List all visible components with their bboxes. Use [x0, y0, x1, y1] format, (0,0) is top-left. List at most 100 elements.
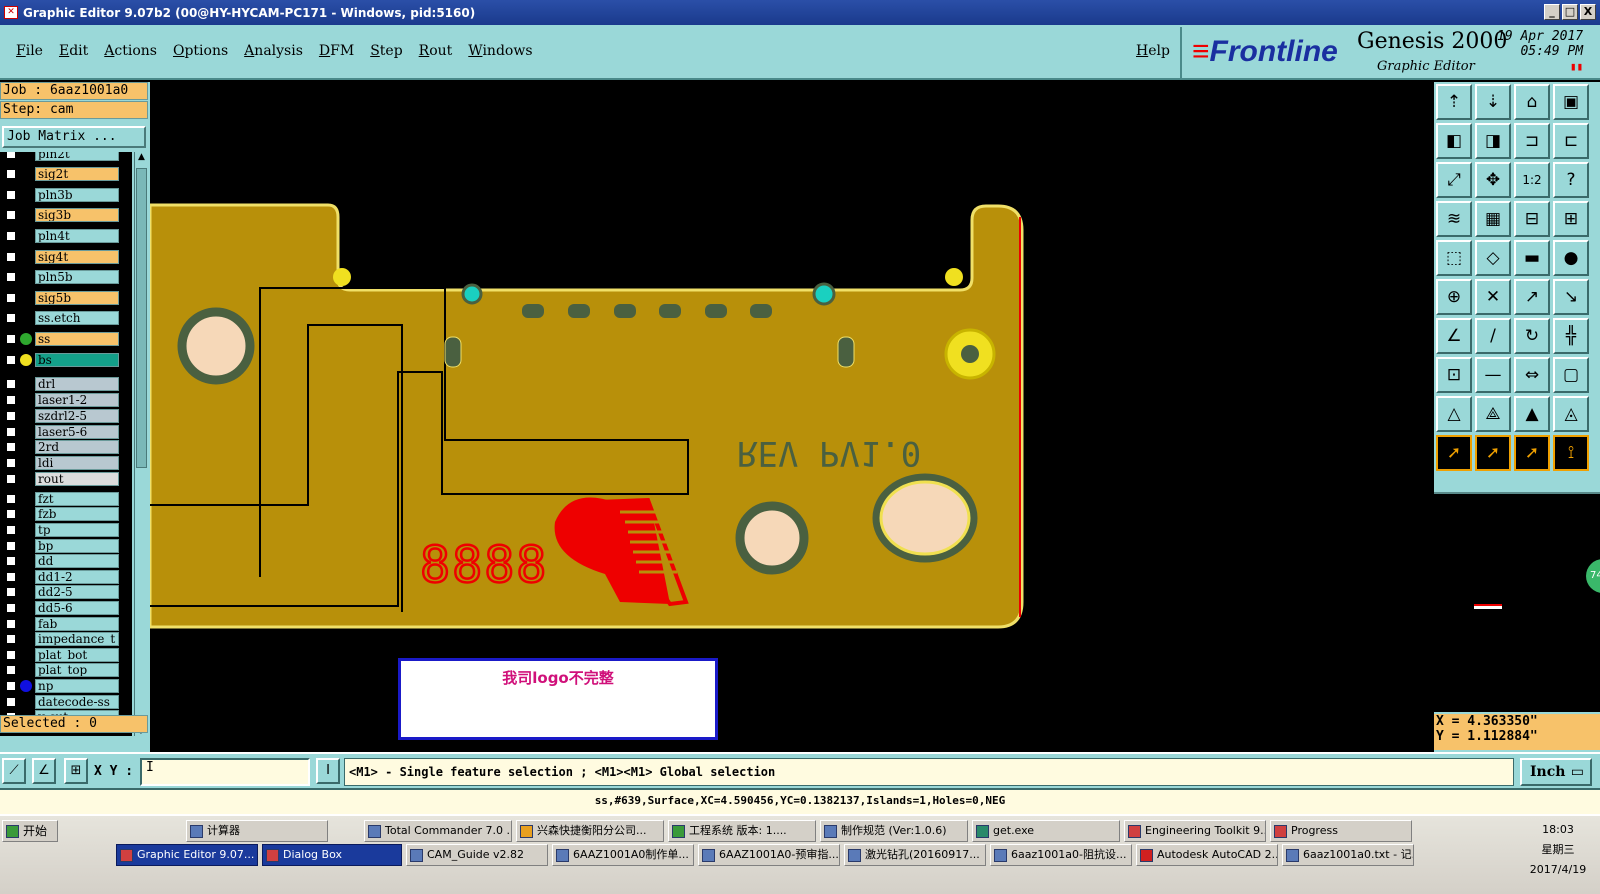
layer-checkbox[interactable]	[5, 523, 17, 536]
snap-mode-icon[interactable]: ⟋	[2, 758, 26, 784]
layer-row[interactable]: tp	[0, 522, 132, 538]
line-icon[interactable]: /	[1475, 318, 1511, 354]
layer-color-swatch[interactable]	[18, 662, 34, 678]
layer-color-swatch[interactable]	[18, 584, 34, 600]
layer-name[interactable]: ss	[35, 331, 119, 346]
unit-dropdown-icon[interactable]: ▭	[1571, 760, 1584, 784]
close-button[interactable]: X	[1580, 4, 1596, 20]
pointer-edit-icon[interactable]: ➚	[1514, 435, 1550, 471]
cross-icon[interactable]: ✕	[1475, 279, 1511, 315]
layer-name[interactable]: pln4t	[35, 228, 119, 243]
layer-name[interactable]: dd1-2	[35, 569, 119, 584]
layer-name[interactable]: impedance_t	[35, 632, 119, 647]
layer-checkbox[interactable]	[5, 586, 17, 599]
layer-display-dot[interactable]	[20, 679, 32, 692]
layer-checkbox[interactable]	[5, 353, 17, 366]
layer-checkbox[interactable]	[5, 312, 17, 325]
task-cam-guide[interactable]: CAM_Guide v2.82	[406, 844, 548, 866]
layer-checkbox[interactable]	[5, 664, 17, 677]
layer-color-swatch[interactable]	[18, 491, 34, 507]
datecode-text[interactable]: 8888	[419, 535, 548, 596]
layer-row[interactable]: plat_bot	[0, 647, 132, 663]
task-notepad[interactable]: 6aaz1001a0.txt - 记...	[1282, 844, 1414, 866]
layer-color-swatch[interactable]	[18, 538, 34, 553]
via[interactable]	[945, 268, 963, 286]
layer-checkbox[interactable]	[5, 648, 17, 661]
layer-row[interactable]: dd1-2	[0, 569, 132, 585]
menu-analysis[interactable]: Analysis	[236, 43, 311, 59]
slot-pad[interactable]	[750, 304, 772, 318]
layer-select-icon[interactable]: ⊟	[1514, 201, 1550, 237]
slot-pad[interactable]	[705, 304, 727, 318]
menu-file[interactable]: File	[8, 43, 51, 59]
system-clock[interactable]: 18:03 星期三 2017/4/19	[1516, 820, 1600, 880]
layer-checkbox[interactable]	[5, 492, 17, 505]
slot-pad[interactable]	[568, 304, 590, 318]
layer-checkbox[interactable]	[5, 633, 17, 646]
layer-row[interactable]: dd5-6	[0, 600, 132, 616]
layer-color-swatch[interactable]	[18, 187, 34, 203]
layer-name[interactable]: sig5b	[35, 290, 119, 305]
layer-row[interactable]: rout	[0, 471, 132, 487]
layer-color-swatch[interactable]	[18, 647, 34, 663]
maximize-button[interactable]: □	[1562, 4, 1578, 20]
route-icon[interactable]: ⟟	[1553, 435, 1589, 471]
layer-color-swatch[interactable]	[18, 522, 34, 538]
layer-row[interactable]: dd	[0, 553, 132, 569]
layer-checkbox[interactable]	[5, 539, 17, 552]
menu-windows[interactable]: Windows	[460, 43, 540, 59]
layer-color-swatch[interactable]	[18, 424, 34, 439]
task-spec[interactable]: 制作规范 (Ver:1.0.6)	[820, 820, 968, 842]
layer-row[interactable]: szdrl2-5	[0, 408, 132, 424]
layer-color-swatch[interactable]	[18, 631, 34, 647]
pan-left-icon[interactable]: ◧	[1436, 123, 1472, 159]
layer-name[interactable]: np	[35, 678, 119, 693]
angle-mode-icon[interactable]: ∠	[32, 758, 56, 784]
layer-color-swatch[interactable]	[18, 600, 34, 616]
layer-checkbox[interactable]	[5, 555, 17, 568]
layer-name[interactable]: plat_bot	[35, 647, 119, 662]
layer-row[interactable]: pln4t	[0, 228, 132, 244]
layer-name[interactable]: plat_top	[35, 663, 119, 678]
triangle-lines-icon[interactable]: ⟁	[1475, 396, 1511, 432]
triangle-icon[interactable]: △	[1436, 396, 1472, 432]
layer-checkbox[interactable]	[5, 332, 17, 345]
mounting-pad[interactable]	[735, 501, 809, 575]
task-doc-4[interactable]: 6aaz1001a0-阻抗设...	[990, 844, 1132, 866]
pointer-select-icon[interactable]: ➚	[1475, 435, 1511, 471]
layer-row[interactable]: sig2t	[0, 166, 132, 182]
layer-name[interactable]: drl	[35, 377, 119, 392]
layer-checkbox[interactable]	[5, 679, 17, 692]
menu-help[interactable]: Help	[1128, 43, 1178, 59]
layer-name[interactable]: sig3b	[35, 208, 119, 223]
task-get-exe[interactable]: get.exe	[972, 820, 1120, 842]
layer-name[interactable]: fzb	[35, 507, 119, 522]
layer-color-swatch[interactable]	[18, 616, 34, 631]
slot-pad[interactable]	[659, 304, 681, 318]
task-engineering-system[interactable]: 工程系统 版本: 1....	[668, 820, 816, 842]
layer-name[interactable]: ss.etch	[35, 311, 119, 326]
zoom-fit-icon[interactable]: ⤢	[1436, 162, 1472, 198]
select-feature-icon[interactable]: ⬚	[1436, 240, 1472, 276]
layer-name[interactable]: dd5-6	[35, 600, 119, 615]
layer-scrollbar[interactable]: ▲ ▼	[134, 152, 148, 736]
layer-checkbox[interactable]	[5, 291, 17, 304]
mounting-pad[interactable]	[177, 307, 255, 385]
via[interactable]	[461, 283, 483, 305]
layer-display-dot[interactable]	[20, 353, 32, 366]
layer-checkbox[interactable]	[5, 229, 17, 242]
layer-row[interactable]: pln3b	[0, 187, 132, 203]
layer-row[interactable]: laser5-6	[0, 424, 132, 439]
scroll-up-icon[interactable]: ▲	[135, 152, 148, 162]
layer-name[interactable]: rout	[35, 471, 119, 486]
task-company[interactable]: 兴森快捷衡阳分公司...	[516, 820, 664, 842]
menu-actions[interactable]: Actions	[96, 43, 165, 59]
job-matrix-button[interactable]: Job Matrix ...	[2, 126, 146, 148]
overview-map[interactable]: 74	[1434, 492, 1600, 712]
xy-input[interactable]: I	[140, 758, 310, 786]
layer-checkbox[interactable]	[5, 250, 17, 263]
layer-name[interactable]: laser5-6	[35, 424, 119, 439]
pointer-icon[interactable]: ➚	[1436, 435, 1472, 471]
pan-right-icon[interactable]: ◨	[1475, 123, 1511, 159]
layer-checkbox[interactable]	[5, 695, 17, 708]
